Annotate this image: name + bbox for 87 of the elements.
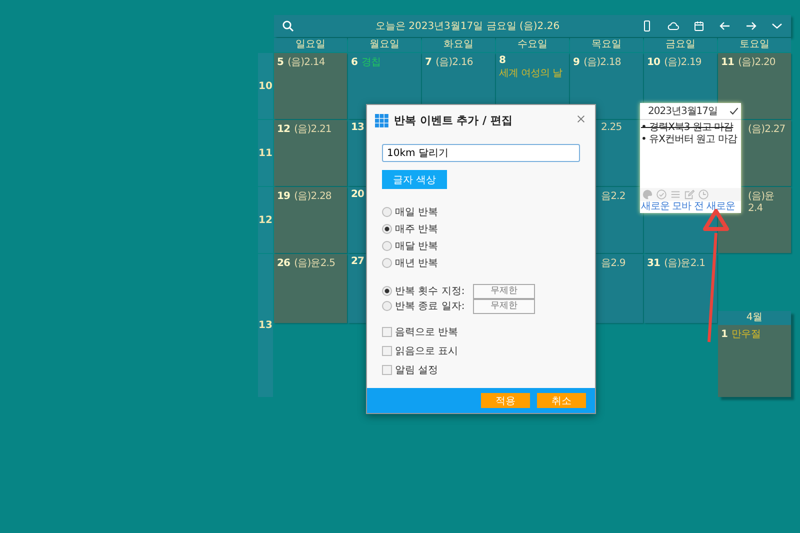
weekday-header: 금요일 bbox=[644, 38, 717, 52]
radio-button[interactable] bbox=[382, 301, 392, 311]
checkbox-label: 음력으로 반복 bbox=[395, 326, 458, 339]
day-number: 7 bbox=[425, 57, 432, 68]
lunar-date: 음2.2 bbox=[601, 190, 626, 203]
radio-label: 매달 반복 bbox=[395, 240, 438, 253]
search-icon[interactable] bbox=[282, 20, 294, 32]
weekday-header: 목요일 bbox=[570, 38, 643, 52]
checkbox[interactable] bbox=[382, 365, 392, 375]
day-cell[interactable]: 9 (음)2.18 bbox=[570, 53, 643, 119]
day-cell[interactable]: 11 (음)2.20 bbox=[718, 53, 791, 119]
input-field[interactable]: 무제한 bbox=[473, 298, 535, 314]
day-cell[interactable]: 19 (음)2.28 bbox=[274, 187, 347, 253]
week-number: 10 bbox=[258, 53, 273, 119]
cloud-icon[interactable] bbox=[667, 20, 679, 32]
lunar-date: (음)윤2.4 bbox=[748, 190, 776, 214]
day-number: 27 bbox=[351, 256, 364, 267]
day-number: 13 bbox=[351, 122, 364, 133]
day-number: 11 bbox=[721, 57, 734, 68]
holiday-label: 경칩 bbox=[362, 56, 381, 69]
lunar-date: (음)2.16 bbox=[436, 56, 473, 69]
radio-button[interactable] bbox=[382, 224, 392, 234]
radio-label: 반복 종료 일자: bbox=[395, 300, 466, 313]
grid-icon bbox=[375, 114, 389, 128]
month-header: 4월 bbox=[718, 311, 791, 325]
holiday-label: 세계 여성의 날 bbox=[499, 67, 562, 80]
lunar-date: (음)2.20 bbox=[738, 56, 776, 69]
day-number: 31 bbox=[647, 258, 660, 269]
calendar-icon[interactable] bbox=[693, 20, 705, 32]
day-number: 20 bbox=[351, 189, 364, 200]
lunar-date: (음)2.14 bbox=[288, 56, 325, 69]
check-icon[interactable] bbox=[729, 106, 739, 116]
today-title: 오늘은 2023년3월17일 금요일 (음)2.26 bbox=[374, 20, 561, 33]
day-cell[interactable]: 5 (음)2.14 bbox=[274, 53, 347, 119]
weekday-header: 토요일 bbox=[718, 38, 791, 52]
lunar-date: 2.25 bbox=[601, 122, 622, 133]
lunar-date: 음2.9 bbox=[601, 257, 626, 270]
close-button[interactable] bbox=[575, 113, 587, 125]
week-number: 13 bbox=[258, 254, 273, 397]
input-field[interactable]: 무제한 bbox=[473, 284, 535, 298]
lunar-date: (음)윤2.1 bbox=[664, 257, 706, 270]
day-number: 8 bbox=[499, 55, 506, 66]
day-cell[interactable]: 31 (음)윤2.1 bbox=[644, 254, 717, 323]
radio-label: 매주 반복 bbox=[395, 223, 438, 236]
check-circle-icon[interactable] bbox=[656, 189, 667, 200]
mobile-version-link[interactable]: 새로운 모바 bbox=[641, 201, 692, 213]
radio-label: 매일 반복 bbox=[395, 206, 438, 219]
day-cell[interactable]: 26 (음)윤2.5 bbox=[274, 254, 347, 323]
weekday-header: 일요일 bbox=[274, 38, 347, 52]
lunar-date: (음)2.28 bbox=[294, 190, 332, 203]
day-number: 6 bbox=[351, 57, 358, 68]
radio-label: 매년 반복 bbox=[395, 257, 438, 270]
day-number: 12 bbox=[277, 124, 290, 135]
day-number: 1 bbox=[721, 329, 728, 340]
week-number: 11 bbox=[258, 120, 273, 186]
day-number: 19 bbox=[277, 191, 290, 202]
checkbox-label: 알림 설정 bbox=[395, 364, 438, 377]
lunar-date: (음)2.18 bbox=[584, 56, 621, 69]
weekday-header: 월요일 bbox=[348, 38, 421, 52]
lunar-date: (음)윤2.5 bbox=[294, 257, 336, 270]
lunar-date: (음)2.21 bbox=[294, 123, 332, 136]
back-arrow-icon[interactable] bbox=[719, 20, 731, 32]
text-color-button[interactable]: 글자 색상 bbox=[382, 170, 447, 189]
day-number: 26 bbox=[277, 258, 290, 269]
day-number: 5 bbox=[277, 57, 284, 68]
lunar-date: (음)2.19 bbox=[664, 56, 702, 69]
day-cell[interactable]: 1 만우절 bbox=[718, 325, 791, 397]
event-name-field[interactable]: 10km 달리기 bbox=[382, 144, 580, 162]
radio-button[interactable] bbox=[382, 286, 392, 296]
popup-date: 2023년3월17일 bbox=[648, 105, 718, 118]
day-cell[interactable]: 12 (음)2.21 bbox=[274, 120, 347, 186]
checkbox[interactable] bbox=[382, 327, 392, 337]
day-number: 10 bbox=[647, 57, 660, 68]
day-number: 9 bbox=[573, 57, 580, 68]
week-number: 12 bbox=[258, 187, 273, 253]
phone-icon[interactable] bbox=[641, 20, 653, 32]
radio-button[interactable] bbox=[382, 241, 392, 251]
weekday-header: 화요일 bbox=[422, 38, 495, 52]
holiday-label: 만우절 bbox=[732, 328, 760, 341]
forward-arrow-icon[interactable] bbox=[745, 20, 757, 32]
radio-label: 반복 횟수 지정: bbox=[395, 285, 466, 298]
checkbox[interactable] bbox=[382, 346, 392, 356]
radio-button[interactable] bbox=[382, 258, 392, 268]
weekday-header: 수요일 bbox=[496, 38, 569, 52]
checkbox-label: 읽음으로 표시 bbox=[395, 345, 458, 358]
radio-button[interactable] bbox=[382, 207, 392, 217]
lunar-date: (음)2.27 bbox=[748, 123, 786, 136]
